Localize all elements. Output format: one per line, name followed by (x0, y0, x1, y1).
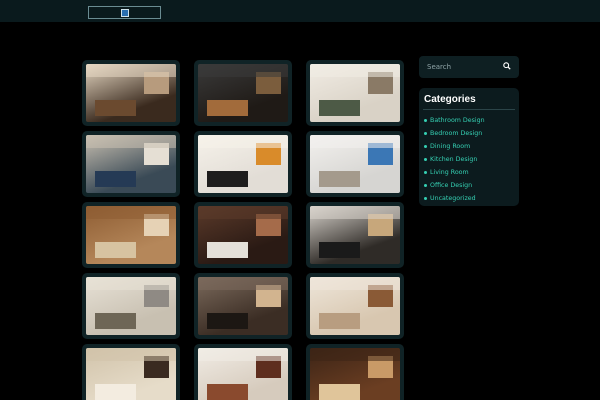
thumbnail-image (310, 206, 400, 264)
search-input[interactable] (423, 59, 501, 75)
thumbnail-image (310, 135, 400, 193)
gallery-thumbnail-living-3[interactable] (82, 273, 180, 339)
gallery-thumbnail-living-1[interactable] (306, 131, 404, 197)
image-detail (207, 312, 248, 330)
image-detail (198, 135, 288, 148)
category-link-uncategorized[interactable]: Uncategorized (423, 192, 515, 205)
gallery-thumbnail-bathroom-1[interactable] (82, 344, 180, 400)
broken-image-icon (121, 9, 129, 17)
gallery-thumbnail-dining-1[interactable] (194, 131, 292, 197)
search-icon[interactable] (503, 62, 511, 70)
gallery-thumbnail-bedroom-2[interactable] (194, 344, 292, 400)
thumbnail-image (86, 277, 176, 335)
image-detail (86, 348, 176, 361)
category-link-living-room[interactable]: Living Room (423, 166, 515, 179)
image-detail (198, 277, 288, 290)
image-detail (207, 383, 248, 400)
thumbnail-image (86, 64, 176, 122)
image-detail (86, 135, 176, 148)
divider (423, 109, 515, 110)
image-detail (319, 99, 360, 117)
image-detail (95, 241, 136, 259)
image-detail (319, 383, 360, 400)
image-detail (95, 383, 136, 400)
image-detail (95, 312, 136, 330)
image-detail (207, 170, 248, 188)
image-detail (198, 64, 288, 77)
thumbnail-image (198, 135, 288, 193)
category-link-kitchen-design[interactable]: Kitchen Design (423, 153, 515, 166)
thumbnail-image (198, 277, 288, 335)
site-logo[interactable] (88, 6, 161, 19)
image-detail (95, 170, 136, 188)
image-detail (319, 312, 360, 330)
sidebar: Categories Bathroom DesignBedroom Design… (419, 56, 519, 206)
top-header-bar (0, 0, 600, 22)
image-detail (310, 135, 400, 148)
gallery-thumbnail-kitchen-5[interactable] (82, 202, 180, 268)
gallery-thumbnail-living-4[interactable] (306, 273, 404, 339)
image-detail (319, 241, 360, 259)
thumbnail-image (198, 64, 288, 122)
search-form (419, 56, 519, 78)
gallery-thumbnail-living-2[interactable] (306, 202, 404, 268)
categories-list: Bathroom Design Bedroom Design Dining Room… (423, 114, 515, 205)
category-link-bathroom-design[interactable]: Bathroom Design (423, 114, 515, 127)
category-link-bedroom-design[interactable]: Bedroom Design (423, 127, 515, 140)
image-detail (310, 277, 400, 290)
gallery-thumbnail-kitchen-3[interactable] (306, 60, 404, 126)
category-link-office-design[interactable]: Office Design (423, 179, 515, 192)
gallery-thumbnail-kitchen-1[interactable] (82, 60, 180, 126)
thumbnail-image (198, 206, 288, 264)
thumbnail-image (310, 64, 400, 122)
category-link-dining-room[interactable]: Dining Room (423, 140, 515, 153)
gallery-thumbnail-kitchen-4[interactable] (82, 131, 180, 197)
image-detail (86, 206, 176, 219)
image-detail (207, 99, 248, 117)
image-detail (319, 170, 360, 188)
thumbnail-image (86, 206, 176, 264)
categories-widget: Categories Bathroom Design Bedroom Design… (419, 88, 519, 206)
categories-title: Categories (424, 94, 476, 105)
thumbnail-image (86, 348, 176, 400)
image-detail (207, 241, 248, 259)
gallery-thumbnail-bedroom-1[interactable] (194, 273, 292, 339)
image-detail (198, 348, 288, 361)
thumbnail-image (198, 348, 288, 400)
gallery-thumbnail-dining-2[interactable] (194, 202, 292, 268)
image-detail (198, 206, 288, 219)
image-detail (310, 64, 400, 77)
image-detail (95, 99, 136, 117)
thumbnail-image (86, 135, 176, 193)
image-detail (310, 348, 400, 361)
image-detail (86, 277, 176, 290)
thumbnail-image (310, 348, 400, 400)
gallery-thumbnail-kitchen-2[interactable] (194, 60, 292, 126)
thumbnail-image (310, 277, 400, 335)
image-detail (86, 64, 176, 77)
image-detail (310, 206, 400, 219)
gallery-thumbnail-kitchen-6[interactable] (306, 344, 404, 400)
